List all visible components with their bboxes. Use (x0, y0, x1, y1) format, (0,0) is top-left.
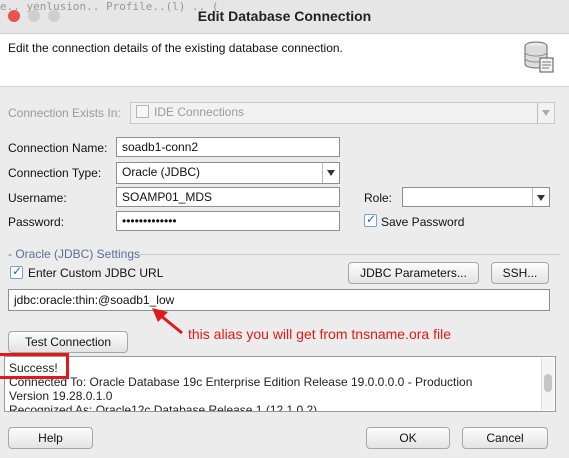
chevron-down-icon (532, 188, 549, 206)
ide-connections-icon (136, 105, 149, 118)
connection-exists-in-label: Connection Exists In: (8, 106, 121, 120)
success-highlight-box (0, 353, 69, 379)
connection-exists-in-combo: IDE Connections (130, 102, 555, 124)
role-select[interactable] (402, 187, 550, 207)
test-output-console: Success! Connected To: Oracle Database 1… (4, 356, 556, 412)
cancel-button[interactable]: Cancel (462, 427, 548, 449)
jdbc-url-input[interactable]: jdbc:oracle:thin:@soadb1_low (8, 289, 550, 311)
test-connection-button[interactable]: Test Connection (8, 331, 128, 353)
dialog-header: Edit the connection details of the exist… (0, 34, 569, 87)
chevron-down-icon (322, 163, 339, 183)
window-title: Edit Database Connection (197, 8, 372, 24)
ssh-button[interactable]: SSH... (491, 262, 549, 284)
jdbc-parameters-button[interactable]: JDBC Parameters... (348, 262, 479, 284)
database-edit-icon (524, 41, 554, 73)
connection-type-label: Connection Type: (8, 166, 102, 180)
output-line-recognized: Recognized As: Oracle12c Database Releas… (9, 403, 318, 412)
scrollbar-thumb[interactable] (544, 374, 552, 392)
ok-button[interactable]: OK (366, 427, 450, 449)
connection-exists-in-value: IDE Connections (154, 105, 245, 119)
username-label: Username: (8, 191, 67, 205)
connection-name-label: Connection Name: (8, 141, 108, 155)
help-button[interactable]: Help (8, 427, 93, 449)
save-password-label: Save Password (381, 215, 465, 229)
role-label: Role: (364, 191, 393, 205)
section-divider (140, 254, 560, 255)
annotation-arrow-icon (152, 308, 183, 335)
connection-type-select[interactable]: Oracle (JDBC) (116, 162, 340, 184)
annotation-text: this alias you will get from tnsname.ora… (188, 326, 451, 342)
save-password-checkbox[interactable] (364, 212, 377, 227)
jdbc-settings-title: - Oracle (JDBC) Settings (8, 247, 141, 261)
connection-name-input[interactable]: soadb1-conn2 (116, 137, 340, 157)
custom-jdbc-url-label: Enter Custom JDBC URL (28, 266, 164, 280)
connection-type-value: Oracle (JDBC) (122, 165, 201, 179)
password-label: Password: (8, 215, 65, 229)
username-input[interactable]: SOAMP01_MDS (116, 187, 340, 207)
output-line-connected: Connected To: Oracle Database 19c Enterp… (9, 375, 473, 389)
password-input[interactable]: ••••••••••••• (116, 211, 340, 231)
console-scrollbar[interactable] (541, 358, 554, 410)
header-description: Edit the connection details of the exist… (8, 41, 343, 55)
chevron-down-icon (537, 103, 554, 123)
output-line-version: Version 19.28.0.1.0 (9, 389, 113, 403)
custom-jdbc-url-checkbox[interactable] (10, 264, 23, 279)
